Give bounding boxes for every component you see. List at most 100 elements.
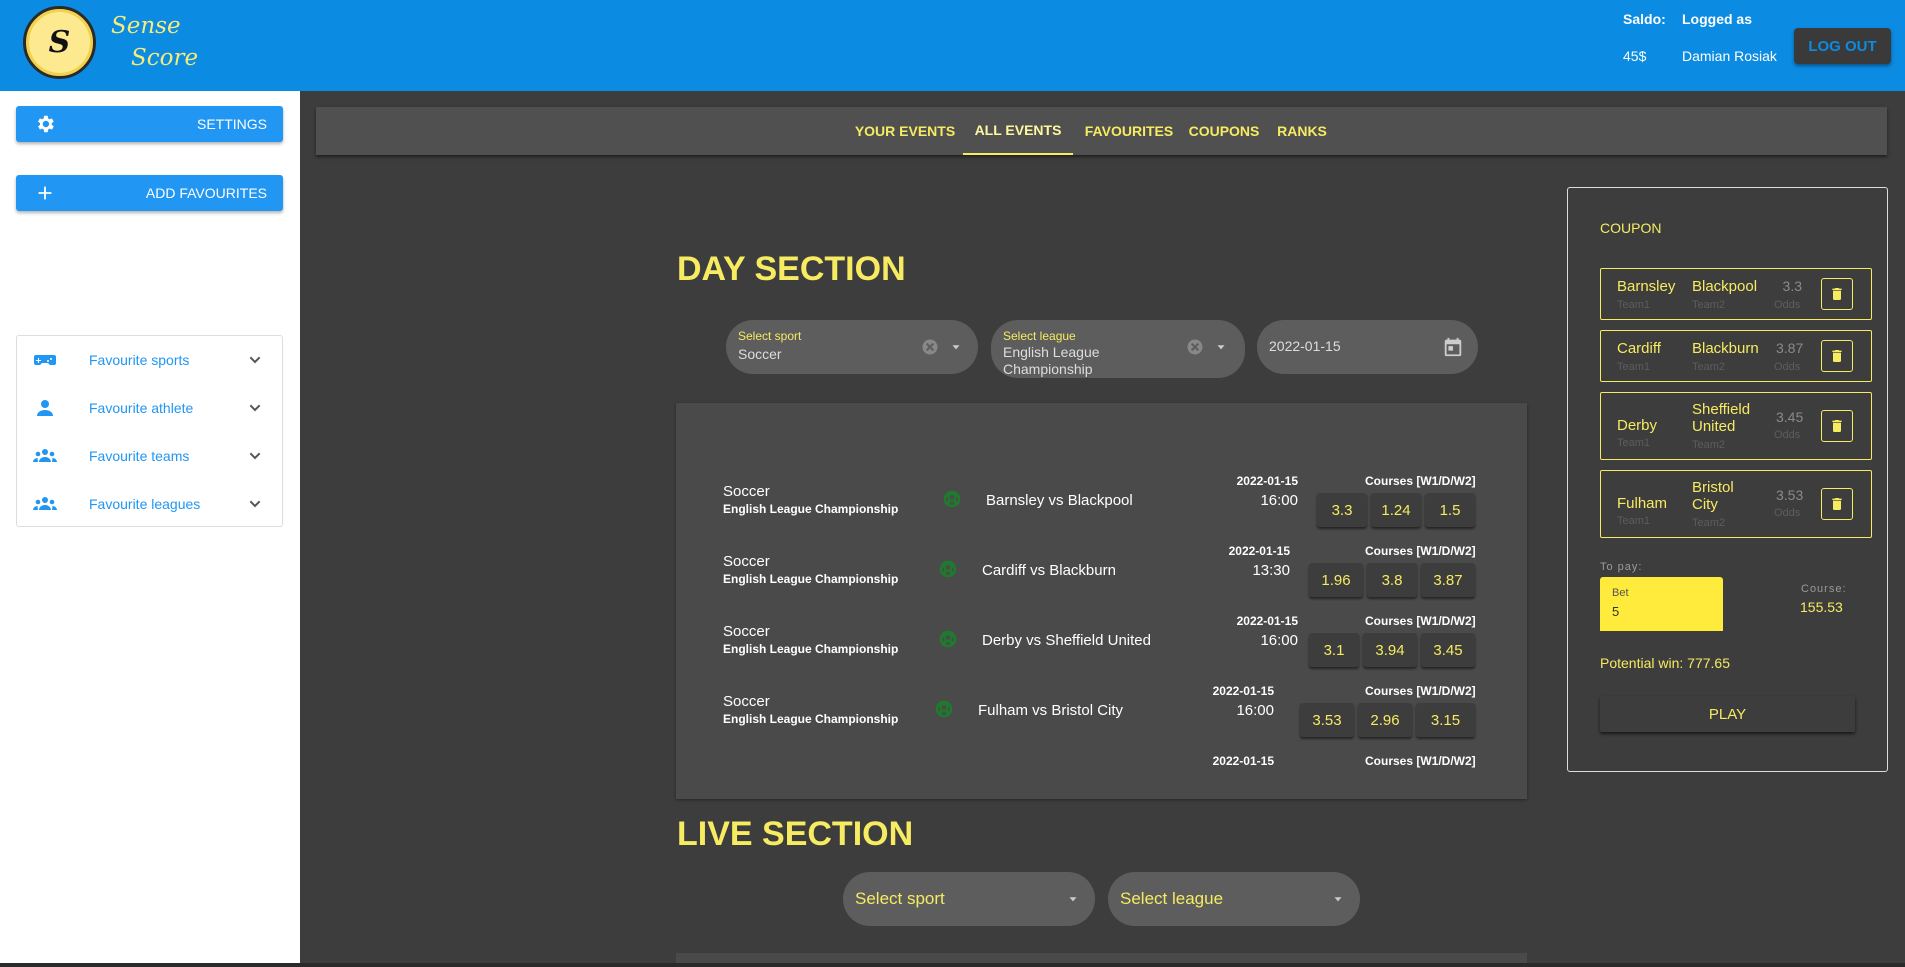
coupon-team2-caption: Team2: [1692, 361, 1726, 373]
add-favourites-label: ADD FAVOURITES: [145, 185, 267, 201]
coupon-team1-caption: Team1: [1617, 361, 1651, 373]
favourite-teams-label: Favourite teams: [89, 448, 190, 464]
settings-button[interactable]: SETTINGS: [16, 106, 283, 142]
dropdown-arrow-icon[interactable]: [949, 340, 963, 354]
event-courses-label: Courses [W1/D/W2]: [1365, 474, 1476, 488]
coupon-odds-caption: Odds: [1774, 299, 1801, 311]
group-icon: [33, 497, 57, 510]
event-courses-label: Courses [W1/D/W2]: [1365, 614, 1476, 628]
live-select-league-placeholder: Select league: [1120, 889, 1224, 908]
logged-user: Damian Rosiak: [1682, 48, 1777, 64]
bottom-border: [0, 963, 1905, 967]
select-league-field[interactable]: Select league English League Championshi…: [991, 320, 1245, 378]
event-time: 16:00: [1260, 632, 1298, 649]
settings-label: SETTINGS: [196, 116, 267, 132]
event-match: Derby vs Sheffield United: [982, 632, 1151, 649]
trash-icon: [1832, 498, 1842, 510]
coupon-team1: Fulham: [1617, 495, 1668, 512]
clear-icon[interactable]: [1185, 337, 1205, 357]
event-courses-label: Courses [W1/D/W2]: [1365, 544, 1476, 558]
odd-d-button[interactable]: 3.8: [1367, 563, 1417, 597]
saldo-value: 45$: [1623, 48, 1647, 64]
tab-ranks[interactable]: RANKS: [1272, 107, 1332, 155]
odd-w2-button[interactable]: 3.15: [1416, 703, 1475, 737]
logo-letter: S: [48, 25, 71, 60]
select-league-label: Select league: [1003, 329, 1076, 343]
coupon-odds: 3.87: [1776, 340, 1804, 356]
coupon-row: Derby Team1 Sheffield United Team2 3.45 …: [1600, 392, 1872, 460]
event-date: 2022-01-15: [1212, 684, 1274, 698]
logout-button[interactable]: LOG OUT: [1794, 28, 1891, 64]
odd-w2-button[interactable]: 3.87: [1421, 563, 1475, 597]
select-league-value-line2: Championship: [1003, 361, 1093, 377]
favourite-athlete-label: Favourite athlete: [89, 400, 194, 416]
chevron-down-icon: [249, 356, 261, 364]
delete-button[interactable]: [1821, 488, 1853, 520]
favourite-sports-item[interactable]: Favourite sports: [17, 336, 282, 384]
odd-w1-button[interactable]: 3.53: [1300, 703, 1354, 737]
soccer-ball-icon: [939, 630, 957, 648]
favourite-teams-item[interactable]: Favourite teams: [17, 432, 282, 480]
delete-button[interactable]: [1821, 278, 1853, 310]
favourite-leagues-label: Favourite leagues: [89, 496, 201, 512]
tab-all-events[interactable]: ALL EVENTS: [963, 107, 1073, 155]
tab-bar: YOUR EVENTS ALL EVENTS FAVOURITES COUPON…: [316, 107, 1887, 155]
event-sport: Soccer: [723, 483, 770, 500]
odd-d-button[interactable]: 1.24: [1371, 493, 1421, 527]
coupon-team2: Bristol City: [1692, 479, 1734, 513]
tab-coupons[interactable]: COUPONS: [1184, 107, 1264, 155]
select-sport-label: Select sport: [738, 329, 802, 343]
event-date: 2022-01-15: [1228, 544, 1290, 558]
select-sport-field[interactable]: Select sport Soccer: [726, 320, 978, 374]
live-select-sport[interactable]: Select sport: [843, 872, 1095, 926]
chevron-down-icon: [249, 404, 261, 412]
event-league: English League Championship: [723, 712, 899, 726]
gamepad-icon: [34, 355, 56, 365]
favourites-panel: Favourite sports Favourite athlete Favou…: [16, 335, 283, 527]
bet-input[interactable]: Bet 5: [1600, 577, 1723, 631]
favourite-athlete-item[interactable]: Favourite athlete: [17, 384, 282, 432]
coupon-team1-caption: Team1: [1617, 299, 1651, 311]
day-section-title: DAY SECTION: [677, 250, 906, 288]
soccer-ball-icon: [943, 490, 961, 508]
event-league: English League Championship: [723, 502, 899, 516]
odd-d-button[interactable]: 2.96: [1358, 703, 1412, 737]
event-sport: Soccer: [723, 553, 770, 570]
saldo-label: Saldo:: [1623, 11, 1666, 27]
play-button[interactable]: PLAY: [1600, 696, 1855, 732]
live-select-league[interactable]: Select league: [1108, 872, 1360, 926]
favourite-leagues-item[interactable]: Favourite leagues: [17, 480, 282, 528]
add-favourites-button[interactable]: ADD FAVOURITES: [16, 175, 283, 211]
to-pay-label: To pay:: [1600, 561, 1643, 573]
coupon-odds: 3.3: [1782, 278, 1802, 294]
dropdown-arrow-icon[interactable]: [1066, 892, 1080, 906]
coupon-team2-caption: Team2: [1692, 517, 1726, 529]
logo-text-line2: Score: [131, 45, 199, 71]
delete-button[interactable]: [1821, 340, 1853, 372]
odd-w2-button[interactable]: 1.5: [1425, 493, 1475, 527]
tab-favourites[interactable]: FAVOURITES: [1082, 107, 1176, 155]
person-icon: [37, 400, 53, 416]
favourite-sports-label: Favourite sports: [89, 352, 190, 368]
odd-w2-button[interactable]: 3.45: [1421, 633, 1475, 667]
coupon-team1-caption: Team1: [1617, 515, 1651, 527]
odd-w1-button[interactable]: 3.3: [1317, 493, 1367, 527]
calendar-icon[interactable]: [1442, 336, 1464, 358]
dropdown-arrow-icon[interactable]: [1214, 340, 1228, 354]
day-events-list: Soccer English League Championship Barns…: [676, 403, 1527, 799]
event-league: English League Championship: [723, 642, 899, 656]
clear-icon[interactable]: [920, 337, 940, 357]
date-field[interactable]: 2022-01-15: [1257, 320, 1478, 374]
delete-button[interactable]: [1821, 410, 1853, 442]
bet-label: Bet: [1612, 587, 1629, 599]
coupon-odds: 3.45: [1776, 409, 1804, 425]
odd-d-button[interactable]: 3.94: [1363, 633, 1417, 667]
coupon-row: Fulham Team1 Bristol City Team2 3.53 Odd…: [1600, 470, 1872, 538]
odd-w1-button[interactable]: 1.96: [1309, 563, 1363, 597]
trash-icon: [1832, 420, 1842, 432]
tab-your-events[interactable]: YOUR EVENTS: [854, 107, 956, 155]
event-courses-label: Courses [W1/D/W2]: [1365, 684, 1476, 698]
dropdown-arrow-icon[interactable]: [1331, 892, 1345, 906]
odd-w1-button[interactable]: 3.1: [1309, 633, 1359, 667]
trash-icon: [1832, 288, 1842, 300]
